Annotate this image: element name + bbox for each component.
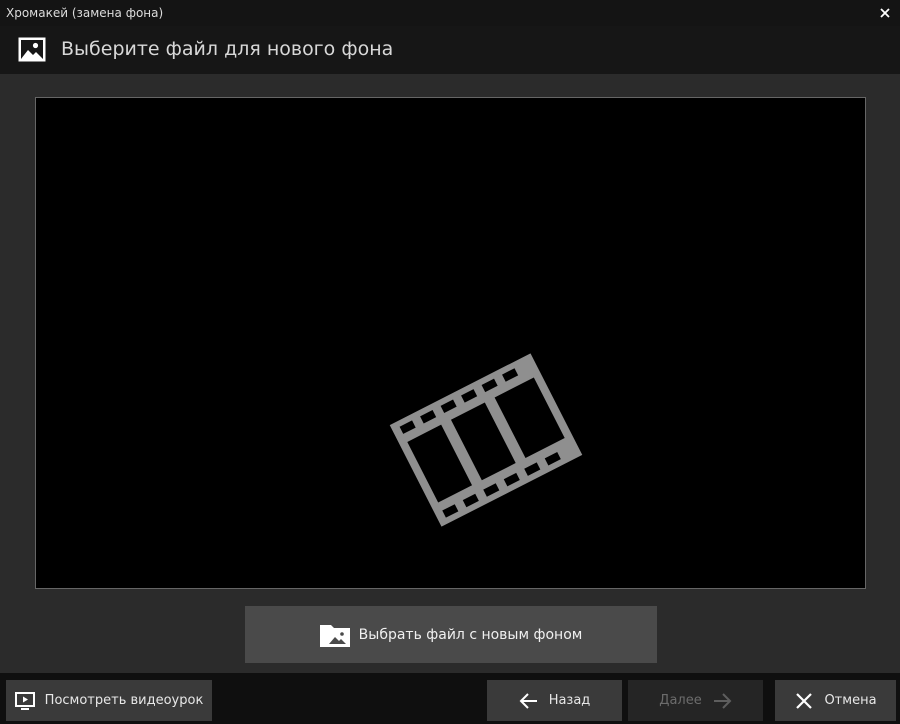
footer-bar: Посмотреть видеоурок Назад Далее Отмена: [0, 673, 900, 724]
close-icon: [796, 692, 813, 709]
page-header: Выберите файл для нового фона: [0, 26, 900, 74]
watch-tutorial-button[interactable]: Посмотреть видеоурок: [6, 680, 212, 721]
page-title: Выберите файл для нового фона: [61, 38, 394, 60]
next-button[interactable]: Далее: [628, 680, 763, 721]
arrow-left-icon: [519, 692, 537, 709]
choose-background-file-button[interactable]: Выбрать файл с новым фоном: [245, 606, 657, 663]
choose-background-label: Выбрать файл с новым фоном: [358, 626, 583, 643]
back-label: Назад: [548, 693, 591, 708]
next-label: Далее: [659, 693, 702, 708]
watch-tutorial-label: Посмотреть видеоурок: [44, 693, 204, 708]
image-icon: [18, 37, 46, 62]
window-close-button[interactable]: [874, 2, 896, 24]
cancel-label: Отмена: [824, 693, 877, 708]
title-bar: Хромакей (замена фона): [0, 0, 900, 26]
back-button[interactable]: Назад: [487, 680, 622, 721]
play-video-icon: [14, 691, 35, 710]
arrow-right-icon: [713, 692, 732, 709]
folder-image-icon: [319, 624, 350, 647]
close-icon: [880, 8, 890, 18]
background-preview: [35, 97, 866, 589]
window-title: Хромакей (замена фона): [6, 6, 164, 20]
film-strip-icon: [389, 353, 583, 527]
cancel-button[interactable]: Отмена: [775, 680, 896, 721]
